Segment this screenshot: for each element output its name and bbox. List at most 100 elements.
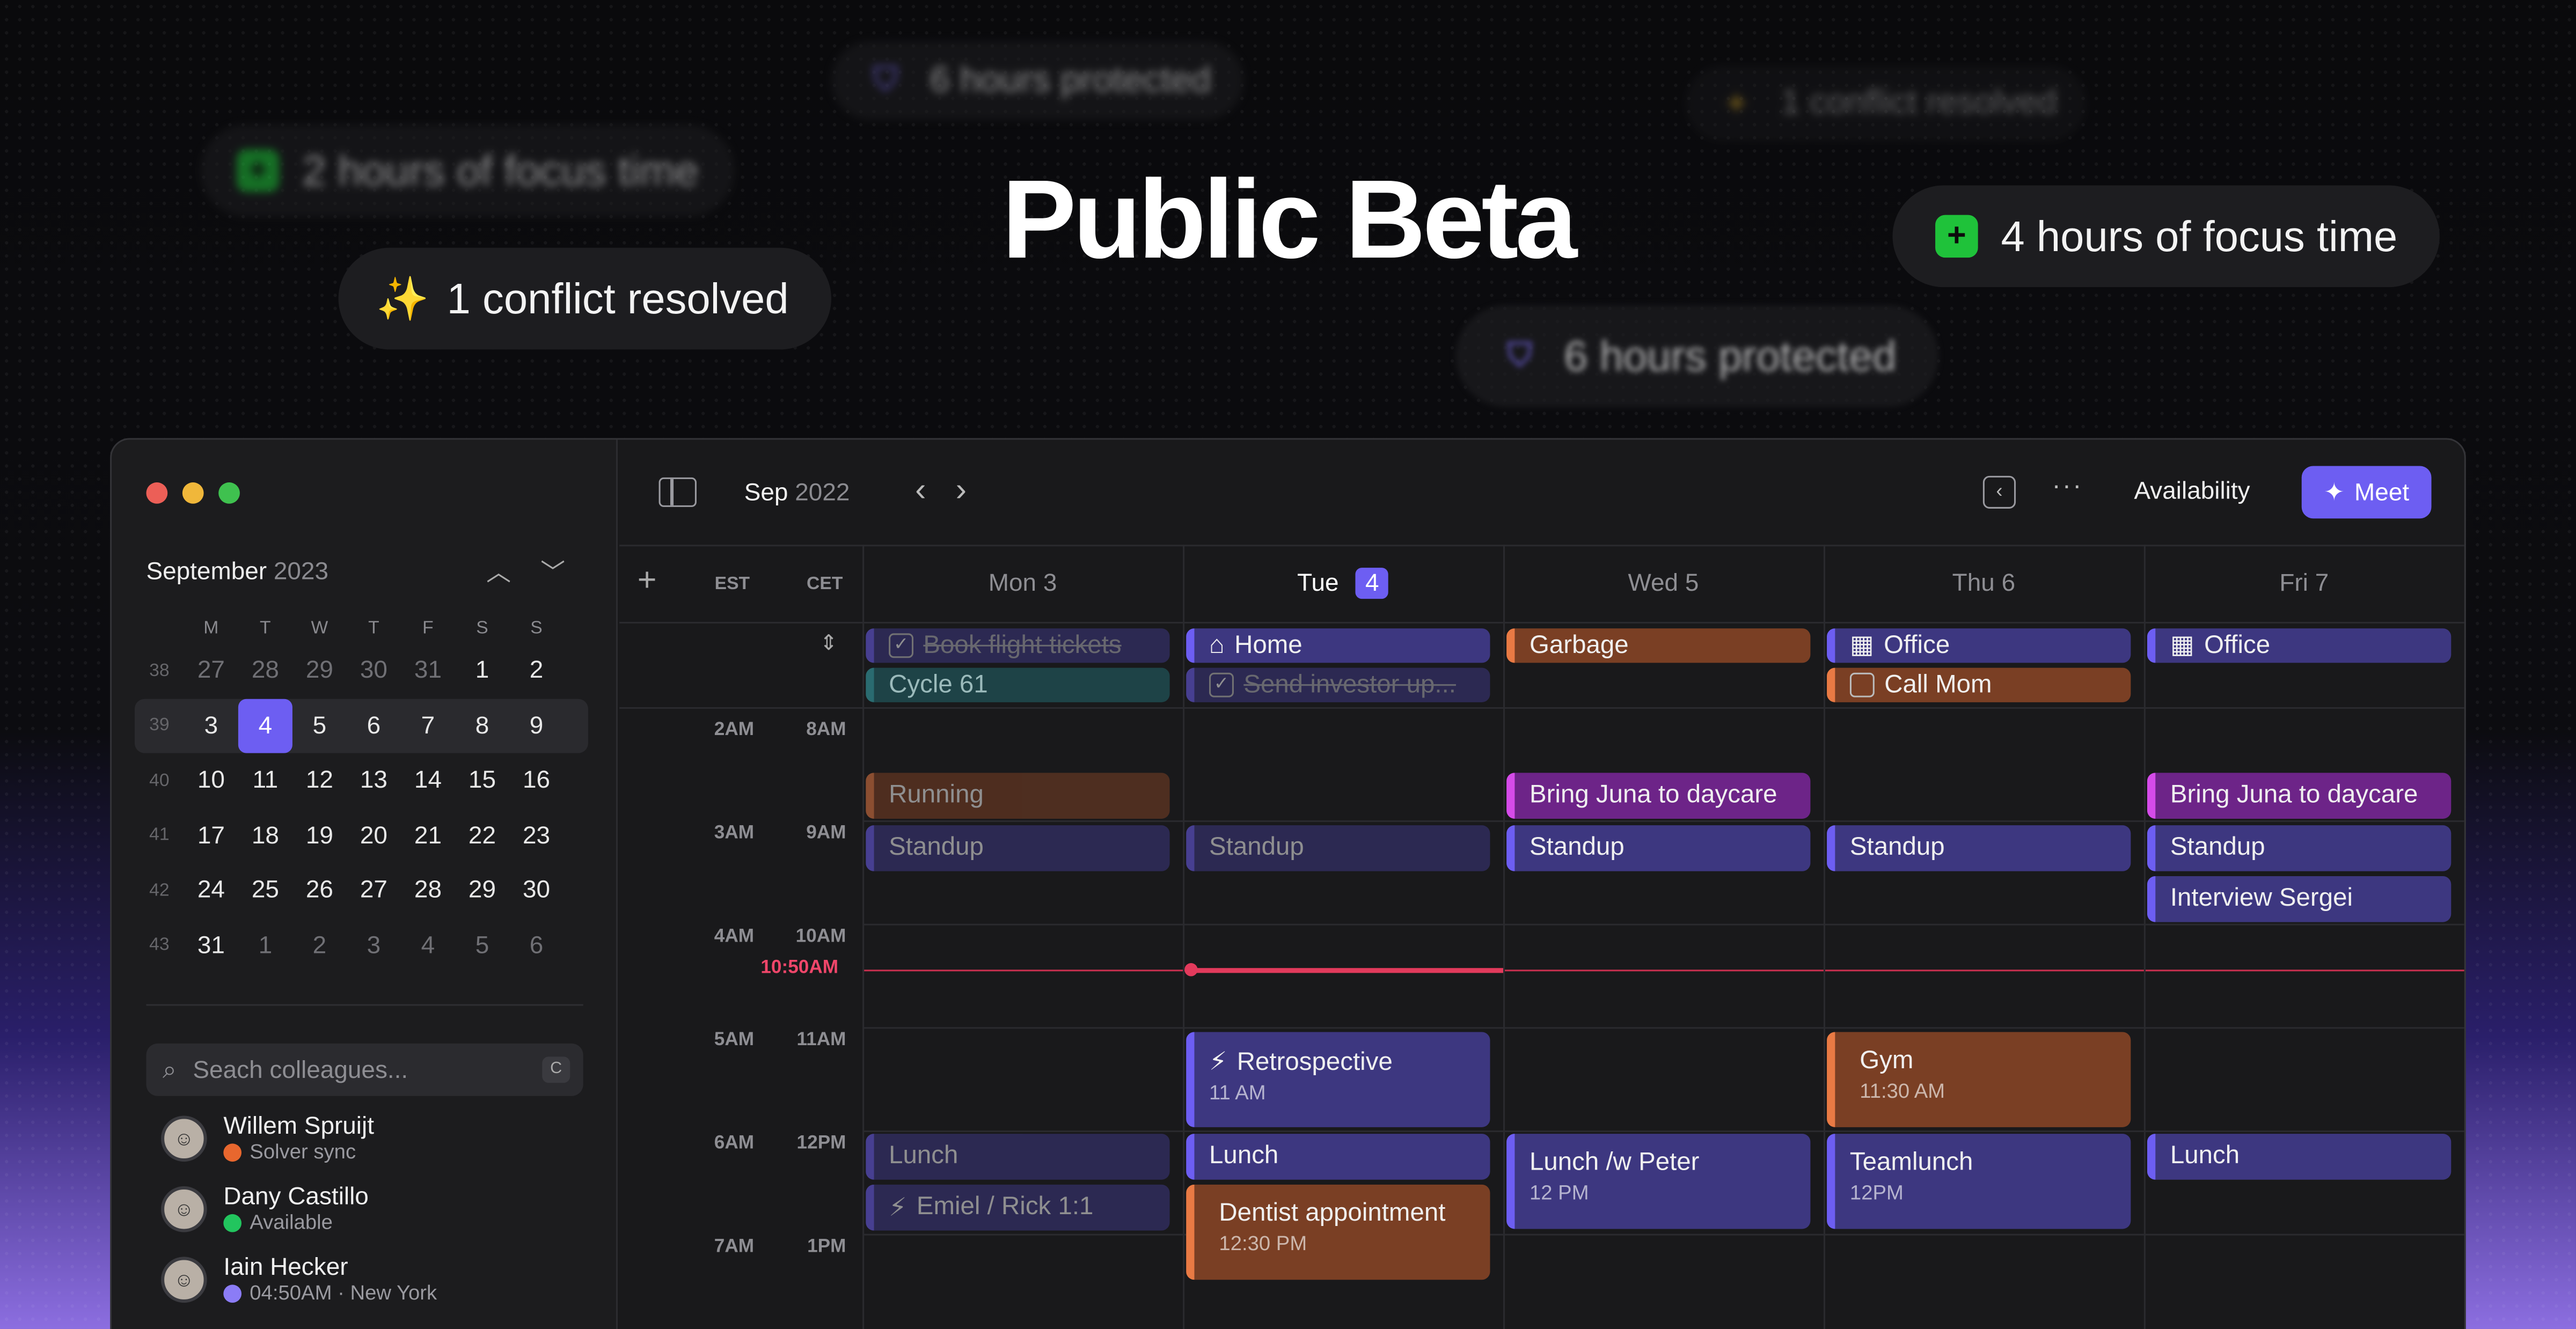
sidebar-toggle-icon[interactable] xyxy=(658,477,697,507)
mini-day[interactable]: 28 xyxy=(238,644,292,698)
mini-day[interactable]: 18 xyxy=(238,809,292,863)
mini-day[interactable]: 10 xyxy=(184,753,238,807)
allday-event[interactable]: Cycle 61 xyxy=(866,667,1170,702)
colleague-item[interactable]: ☺ Iain Hecker 04:50AM · New York xyxy=(160,1253,437,1306)
collapse-panel-icon[interactable]: ‹ xyxy=(1982,475,2016,509)
event-title-row: Teamlunch xyxy=(1850,1149,2131,1178)
mini-day[interactable]: 24 xyxy=(184,863,238,917)
mini-day[interactable]: 1 xyxy=(238,919,292,973)
calendar-event[interactable]: Interview Sergei xyxy=(2147,876,2451,922)
calendar-event[interactable]: Bring Juna to daycare xyxy=(1506,773,1811,819)
week-number: 39 xyxy=(149,716,170,736)
mini-day[interactable]: 19 xyxy=(292,809,347,863)
mini-day[interactable]: 5 xyxy=(455,919,509,973)
availability-button[interactable]: Availability xyxy=(2134,478,2250,505)
calendar-event[interactable]: Running xyxy=(866,773,1170,819)
calendar-event[interactable]: Dentist appointment 12:30 PM xyxy=(1186,1184,1490,1280)
calendar-event[interactable]: Bring Juna to daycare xyxy=(2147,773,2451,819)
mini-day[interactable]: 4 xyxy=(401,919,455,973)
allday-event[interactable]: Garbage xyxy=(1506,628,1811,663)
chevron-left-icon[interactable]: ‹ xyxy=(915,473,926,510)
allday-event[interactable]: Call Mom xyxy=(1827,667,2131,702)
chevron-down-icon[interactable]: ﹀ xyxy=(540,555,565,589)
day-header-wed[interactable]: Wed 5 xyxy=(1503,569,1824,597)
mini-day[interactable]: 23 xyxy=(509,809,564,863)
mini-day[interactable]: 15 xyxy=(455,753,509,807)
month-label: Sep xyxy=(744,479,788,507)
mini-day[interactable]: 1 xyxy=(455,644,509,698)
calendar-event[interactable]: Standup xyxy=(1186,825,1490,871)
meet-button[interactable]: ✦ Meet xyxy=(2301,466,2432,519)
mini-day[interactable]: 16 xyxy=(509,753,564,807)
chevron-right-icon[interactable]: › xyxy=(956,473,967,510)
mini-day[interactable]: 20 xyxy=(347,809,401,863)
calendar-event[interactable]: Standup xyxy=(2147,825,2451,871)
mini-day[interactable]: 26 xyxy=(292,863,347,917)
divider xyxy=(146,1004,583,1006)
mini-day[interactable]: 4 xyxy=(238,698,292,753)
allday-event[interactable]: ⌂ Home xyxy=(1186,628,1490,663)
calendar-event[interactable]: Standup xyxy=(1827,825,2131,871)
mini-day[interactable]: 6 xyxy=(509,919,564,973)
mini-day[interactable]: 5 xyxy=(292,699,347,753)
day-header-thu[interactable]: Thu 6 xyxy=(1824,569,2144,597)
day-name: Fri xyxy=(2279,569,2308,598)
calendar-event[interactable]: Standup xyxy=(1506,825,1811,871)
mini-day[interactable]: 2 xyxy=(292,919,347,973)
colleague-item[interactable]: ☺ Willem Spruijt Solver sync xyxy=(160,1112,374,1165)
mini-day[interactable]: 21 xyxy=(401,809,455,863)
mini-day[interactable]: 29 xyxy=(455,863,509,917)
mini-day[interactable]: 3 xyxy=(184,699,238,753)
mini-day[interactable]: 17 xyxy=(184,809,238,863)
expand-icon[interactable]: ⇕ xyxy=(820,630,838,656)
mini-day[interactable]: 2 xyxy=(509,644,564,698)
zoom-button[interactable] xyxy=(218,482,240,504)
chevron-up-icon[interactable]: ︿ xyxy=(486,555,511,589)
mini-day[interactable]: 12 xyxy=(292,753,347,807)
mini-day[interactable]: 14 xyxy=(401,753,455,807)
close-button[interactable] xyxy=(146,482,168,504)
calendar-event[interactable]: ⚡ Retrospective 11 AM xyxy=(1186,1032,1490,1127)
mini-day[interactable]: 6 xyxy=(347,699,401,753)
mini-day[interactable]: 25 xyxy=(238,863,292,917)
pill-text: 6 hours protected xyxy=(1564,331,1897,380)
calendar-event[interactable]: Lunch /w Peter 12 PM xyxy=(1506,1134,1811,1229)
allday-event[interactable]: ▦ Office xyxy=(2147,628,2451,663)
mini-day[interactable]: 31 xyxy=(401,644,455,698)
calendar-event[interactable]: Lunch xyxy=(1186,1134,1490,1180)
add-timezone-icon[interactable]: + xyxy=(638,563,657,600)
allday-event[interactable]: ▦ Office xyxy=(1827,628,2131,663)
allday-event[interactable]: ✓ Send investor up... xyxy=(1186,667,1490,702)
calendar-event[interactable]: ⚡ Emiel / Rick 1:1 xyxy=(866,1184,1170,1231)
mini-day[interactable]: 22 xyxy=(455,809,509,863)
day-header-tue[interactable]: Tue 4 xyxy=(1183,568,1503,599)
mini-day[interactable]: 13 xyxy=(347,753,401,807)
minimize-button[interactable] xyxy=(182,482,204,504)
mini-day[interactable]: 7 xyxy=(401,699,455,753)
mini-day[interactable]: 9 xyxy=(509,699,564,753)
week-row: 43 31 1 2 3 4 5 6 xyxy=(135,918,588,973)
calendar-event[interactable]: Teamlunch 12PM xyxy=(1827,1134,2131,1229)
sparkle-icon: ✨ xyxy=(376,273,429,322)
mini-day[interactable]: 29 xyxy=(292,644,347,698)
mini-day[interactable]: 30 xyxy=(509,863,564,917)
allday-event[interactable]: ✓ Book flight tickets xyxy=(866,628,1170,663)
mini-day[interactable]: 11 xyxy=(238,753,292,807)
mini-day[interactable]: 31 xyxy=(184,919,238,973)
colleague-item[interactable]: ☺ Dany Castillo Available xyxy=(160,1183,369,1236)
mini-day[interactable]: 28 xyxy=(401,863,455,917)
mini-day[interactable]: 30 xyxy=(347,644,401,698)
mini-day[interactable]: 27 xyxy=(347,863,401,917)
mini-day[interactable]: 3 xyxy=(347,919,401,973)
calendar-event[interactable]: Lunch xyxy=(866,1134,1170,1180)
mini-day[interactable]: 27 xyxy=(184,644,238,698)
colleague-search[interactable]: ⌕ Seach colleagues... C xyxy=(146,1043,583,1096)
day-header-mon[interactable]: Mon 3 xyxy=(862,569,1183,597)
calendar-event[interactable]: Gym 11:30 AM xyxy=(1827,1032,2131,1127)
day-header-fri[interactable]: Fri 7 xyxy=(2144,569,2464,597)
more-icon[interactable]: ··· xyxy=(2052,473,2083,502)
calendar-event[interactable]: Standup xyxy=(866,825,1170,871)
calendar-event[interactable]: Lunch xyxy=(2147,1134,2451,1180)
time-label-est: 4AM xyxy=(714,927,755,947)
mini-day[interactable]: 8 xyxy=(455,699,509,753)
